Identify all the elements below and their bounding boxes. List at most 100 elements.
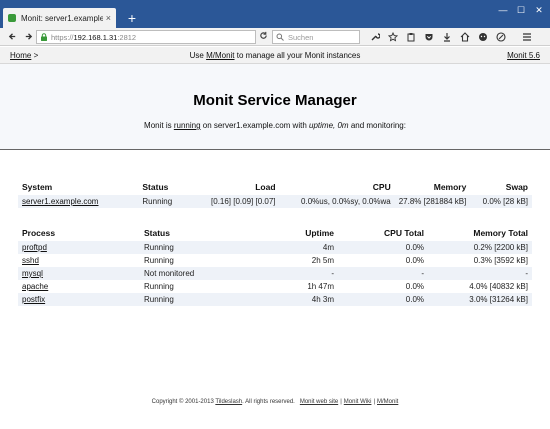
chat-icon[interactable] xyxy=(474,29,492,45)
new-tab-button[interactable]: + xyxy=(124,10,140,26)
mmonit-promo: Use M/Monit to manage all your Monit ins… xyxy=(0,51,550,60)
cpu-value: 0.0%us, 0.0%sy, 0.0%wa xyxy=(279,195,395,208)
col-status: Status xyxy=(144,227,170,238)
process-name-link[interactable]: postfix xyxy=(18,293,140,306)
promo-prefix: Use xyxy=(189,51,207,60)
version-link[interactable]: Monit 5.6 xyxy=(507,51,540,60)
url-port: :2812 xyxy=(117,32,137,42)
bookmark-star-icon[interactable] xyxy=(384,29,402,45)
uptime-value: 1h 47m xyxy=(307,282,334,291)
process-name-link[interactable]: mysql xyxy=(18,267,140,280)
maximize-button[interactable]: ☐ xyxy=(514,5,528,16)
cpu-value: 0.0% xyxy=(405,282,424,291)
col-cpu: CPU xyxy=(372,181,391,192)
page-footer: Copyright © 2001-2013 Tildeslash. All ri… xyxy=(0,399,550,405)
memory-value: 0.3% [3592 kB] xyxy=(473,256,528,265)
status-badge: Running xyxy=(144,282,174,291)
uptime-value: 4m xyxy=(226,241,338,254)
page-hero: Monit Service Manager Monit is running o… xyxy=(0,64,550,150)
forward-icon[interactable] xyxy=(20,29,36,45)
load-value: [0.16] [0.09] [0.07] xyxy=(207,195,280,208)
memory-value: 3.0% [31264 kB] xyxy=(428,293,532,306)
lock-icon xyxy=(41,33,47,41)
menu-icon[interactable] xyxy=(518,29,536,45)
cpu-value: - xyxy=(338,267,428,280)
col-load: Load xyxy=(255,181,276,192)
table-row: postfix Running 4h 3m 0.0% 3.0% [31264 k… xyxy=(18,293,532,306)
subtitle-part-3: and monitoring: xyxy=(348,121,406,130)
wrench-icon[interactable] xyxy=(366,29,384,45)
status-badge: Running xyxy=(140,293,226,306)
process-name-link[interactable]: proftpd xyxy=(18,241,140,254)
toolbar-icons xyxy=(366,29,536,45)
table-row: apache Running 1h 47m 0.0% 4.0% [40832 k… xyxy=(18,280,532,293)
col-status: Status xyxy=(142,181,169,192)
page-subtitle: Monit is running on server1.example.com … xyxy=(0,121,550,130)
col-process: Process xyxy=(22,227,56,238)
page-title: Monit Service Manager xyxy=(193,92,357,109)
table-row: sshd Running 2h 5m 0.0% 0.3% [3592 kB] xyxy=(18,254,532,267)
col-swap: Swap xyxy=(505,181,528,192)
system-name-link[interactable]: server1.example.com xyxy=(18,195,139,208)
browser-titlebar: Monit: server1.example.co... × + — ☐ ✕ xyxy=(0,0,550,28)
col-cpu-total: CPU Total xyxy=(384,227,424,238)
monit-wiki-link[interactable]: Monit Wiki xyxy=(344,399,372,405)
memory-value: 27.8% [281884 kB] xyxy=(394,195,471,208)
status-badge: Running xyxy=(140,241,226,254)
running-link[interactable]: running xyxy=(174,121,201,130)
memory-value: - xyxy=(428,267,532,280)
process-table-header: Process Status Uptime CPU Total Memory T… xyxy=(18,224,532,241)
extension-icon[interactable] xyxy=(492,29,510,45)
minimize-button[interactable]: — xyxy=(496,5,510,15)
copyright-text: Copyright © 2001-2013 xyxy=(151,399,216,405)
uptime-value: 2h 5m xyxy=(311,256,334,265)
uptime-value: 4h 3m xyxy=(226,293,338,306)
cpu-value: 0.0% xyxy=(405,256,424,265)
mmonit-link[interactable]: M/Monit xyxy=(206,51,234,60)
system-table-header: System Status Load CPU Memory Swap xyxy=(18,178,532,195)
clipboard-icon[interactable] xyxy=(402,29,420,45)
tildeslash-link[interactable]: Tildeslash xyxy=(215,399,242,405)
col-system: System xyxy=(22,181,53,192)
memory-value: 4.0% [40832 kB] xyxy=(469,282,528,291)
uptime-value: - xyxy=(226,267,338,280)
system-table: System Status Load CPU Memory Swap serve… xyxy=(18,178,532,208)
search-placeholder: Suchen xyxy=(288,32,314,42)
swap-value: 0.0% [28 kB] xyxy=(470,195,532,208)
pocket-icon[interactable] xyxy=(420,29,438,45)
monit-favicon-icon xyxy=(8,14,16,22)
url-host: 192.168.1.31 xyxy=(73,32,118,42)
monit-nav-bar: Home > Use M/Monit to manage all your Mo… xyxy=(0,47,550,64)
search-input[interactable]: Suchen xyxy=(272,30,360,44)
process-table: Process Status Uptime CPU Total Memory T… xyxy=(18,224,532,306)
cpu-value: 0.0% xyxy=(338,293,428,306)
download-icon[interactable] xyxy=(438,29,456,45)
table-row: server1.example.com Running [0.16] [0.09… xyxy=(18,195,532,208)
process-name-link[interactable]: sshd xyxy=(18,254,140,267)
subtitle-part-1: Monit is xyxy=(144,121,174,130)
col-memory: Memory xyxy=(433,181,467,192)
table-row: proftpd Running 4m 0.0% 0.2% [2200 kB] xyxy=(18,241,532,254)
col-uptime: Uptime xyxy=(305,227,334,238)
close-window-button[interactable]: ✕ xyxy=(532,5,546,16)
cpu-value: 0.0% xyxy=(338,241,428,254)
monit-website-link[interactable]: Monit web site xyxy=(300,399,338,405)
memory-value: 0.2% [2200 kB] xyxy=(428,241,532,254)
tab-title: Monit: server1.example.co... xyxy=(21,13,103,23)
home-icon[interactable] xyxy=(456,29,474,45)
back-icon[interactable] xyxy=(4,29,20,45)
mmonit-footer-link[interactable]: M/Monit xyxy=(377,399,398,405)
process-name-link[interactable]: apache xyxy=(18,280,140,293)
url-bar[interactable]: https://192.168.1.31:2812 xyxy=(36,30,256,44)
browser-tab[interactable]: Monit: server1.example.co... × xyxy=(3,8,116,28)
status-badge: Running xyxy=(144,256,174,265)
status-badge: Running xyxy=(138,195,208,208)
search-icon xyxy=(276,33,284,41)
tab-close-icon[interactable]: × xyxy=(106,13,111,23)
status-badge: Not monitored xyxy=(140,267,226,280)
col-memory-total: Memory Total xyxy=(473,227,528,238)
subtitle-part-2: on server1.example.com with xyxy=(200,121,310,130)
table-row: mysql Not monitored - - - xyxy=(18,267,532,280)
reload-icon[interactable] xyxy=(256,30,270,44)
url-scheme: https:// xyxy=(51,32,74,42)
